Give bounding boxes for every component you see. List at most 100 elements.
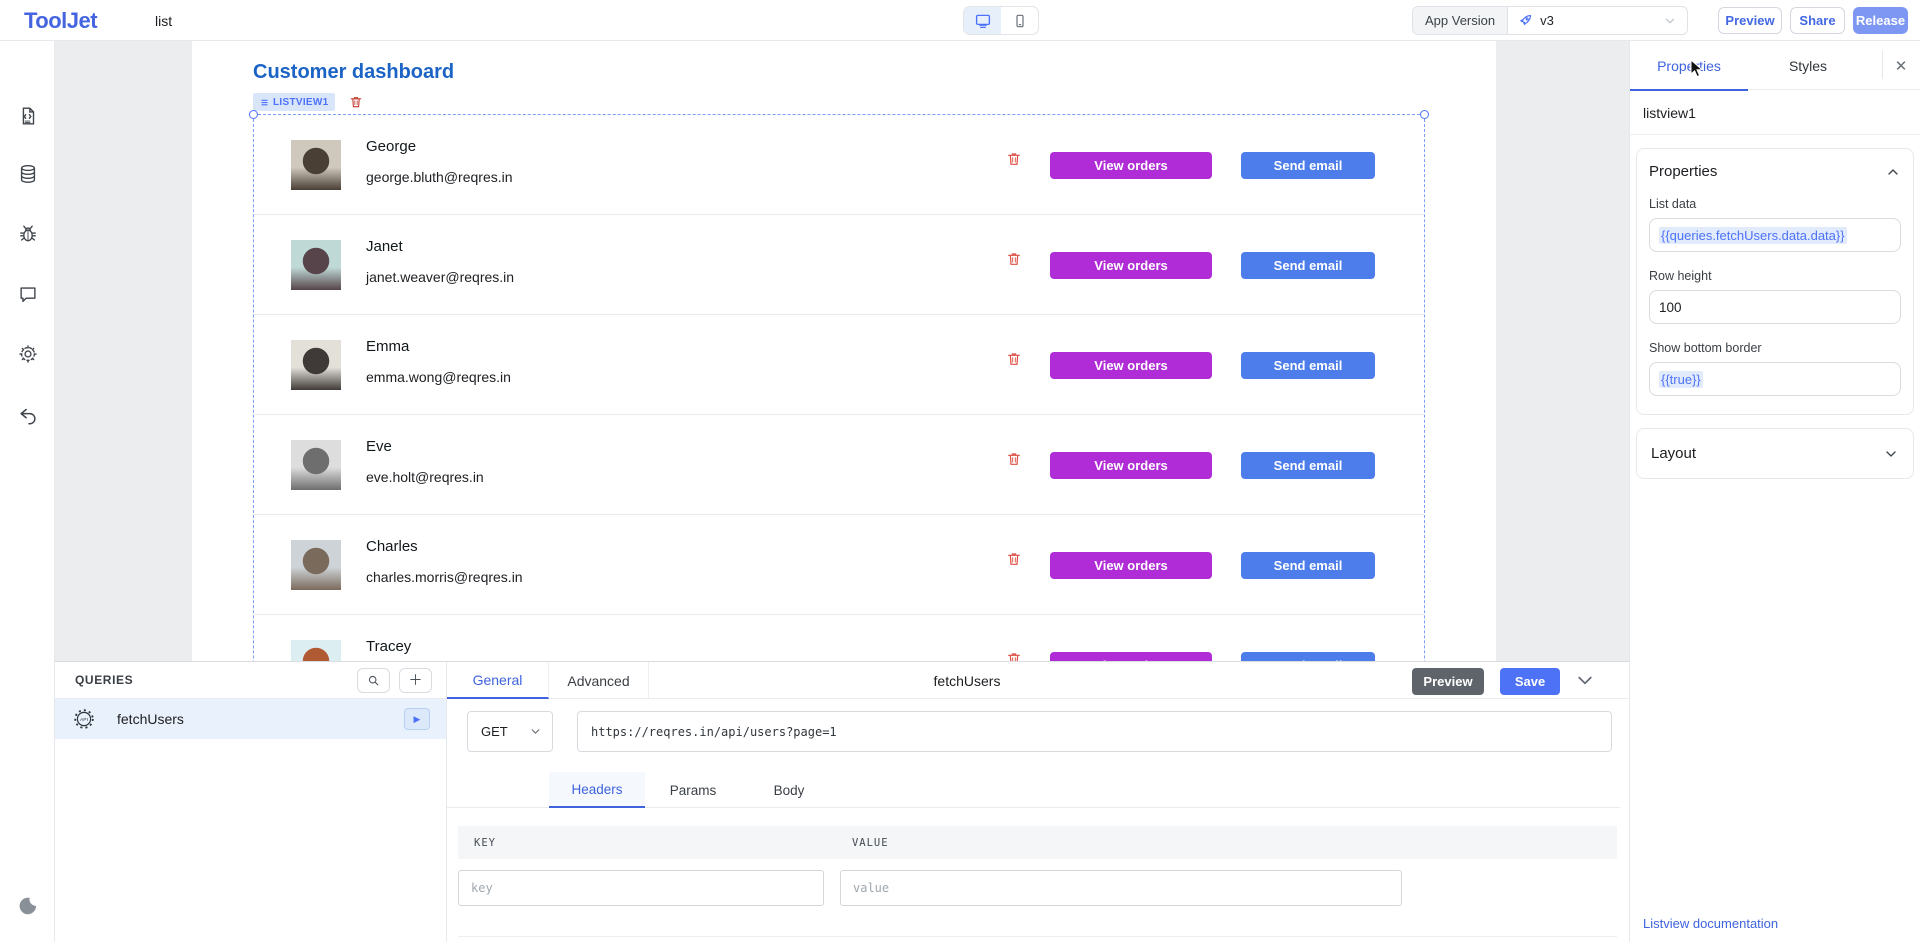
rocket-icon (1518, 13, 1533, 28)
query-editor: General Advanced fetchUsers Preview Save… (447, 662, 1629, 942)
delete-row-icon[interactable] (1006, 351, 1022, 367)
widget-inspector: Properties Styles ✕ listview1 Properties (1629, 41, 1920, 942)
view-orders-button[interactable]: View orders (1050, 552, 1212, 579)
list-item: Janet janet.weaver@reqres.in View orders… (254, 215, 1424, 315)
desktop-view-button[interactable] (964, 7, 1001, 34)
plus-icon: ＋ (409, 670, 423, 690)
send-email-button[interactable]: Send email (1241, 452, 1375, 479)
delete-row-icon[interactable] (1006, 451, 1022, 467)
share-button[interactable]: Share (1790, 7, 1845, 34)
query-list-item-fetchusers[interactable]: API fetchUsers ▶ (55, 699, 446, 739)
list-data-input[interactable]: {{queries.fetchUsers.data.data}} (1649, 218, 1901, 252)
header-key-input[interactable]: key (458, 870, 824, 906)
properties-section-header[interactable]: Properties (1649, 163, 1901, 180)
chevron-down-icon (1883, 446, 1899, 462)
delete-row-icon[interactable] (1006, 251, 1022, 267)
search-queries-button[interactable] (357, 668, 390, 693)
tab-advanced[interactable]: Advanced (549, 662, 649, 699)
app-name: list (155, 13, 172, 29)
tab-params[interactable]: Params (645, 772, 741, 808)
avatar (291, 340, 341, 390)
delete-row-icon[interactable] (1006, 151, 1022, 167)
header-value-input[interactable]: value (840, 870, 1402, 906)
debugger-bug-icon[interactable] (0, 214, 55, 254)
resize-handle[interactable] (249, 110, 258, 119)
layout-section-header[interactable]: Layout (1636, 428, 1914, 479)
chevron-down-icon (529, 725, 542, 738)
undo-icon[interactable] (0, 395, 55, 435)
send-email-button[interactable]: Send email (1241, 352, 1375, 379)
row-height-input[interactable]: 100 (1649, 290, 1901, 324)
list-item: Eve eve.holt@reqres.in View orders Send … (254, 415, 1424, 515)
collapse-panel-chevron-icon[interactable] (1575, 670, 1595, 690)
listview-rows: George george.bluth@reqres.in View order… (254, 115, 1424, 715)
listview-widget-icon (260, 98, 269, 107)
pages-icon[interactable] (0, 96, 55, 136)
tooljet-app-builder: ToolJet list (0, 0, 1920, 942)
http-method-select[interactable]: GET (467, 711, 553, 752)
key-column-header: KEY (474, 837, 496, 849)
search-icon (367, 674, 380, 687)
tab-properties[interactable]: Properties (1630, 41, 1748, 90)
preview-button[interactable]: Preview (1718, 7, 1782, 34)
dark-mode-moon-icon[interactable] (0, 886, 55, 926)
listview-documentation-link[interactable]: Listview documentation (1643, 916, 1778, 931)
app-version-label: App Version (1413, 7, 1508, 34)
app-version-control[interactable]: App Version v3 (1412, 6, 1688, 35)
view-orders-button[interactable]: View orders (1050, 152, 1212, 179)
field-label: Row height (1649, 269, 1901, 283)
request-url-input[interactable]: https://reqres.in/api/users?page=1 (577, 711, 1612, 752)
run-query-button[interactable]: ▶ (404, 708, 430, 730)
settings-gear-icon[interactable] (0, 334, 55, 374)
avatar (291, 240, 341, 290)
release-button[interactable]: Release (1853, 7, 1908, 34)
query-name: fetchUsers (117, 711, 404, 727)
user-name: Charles (366, 538, 418, 555)
delete-row-icon[interactable] (1006, 551, 1022, 567)
view-orders-button[interactable]: View orders (1050, 252, 1212, 279)
resize-handle[interactable] (1420, 110, 1429, 119)
user-name: Eve (366, 438, 392, 455)
field-label: List data (1649, 197, 1901, 211)
device-toggle (963, 6, 1039, 35)
left-sidebar (0, 41, 55, 942)
mobile-icon (1012, 13, 1028, 29)
user-email: janet.weaver@reqres.in (366, 269, 514, 285)
value-column-header: VALUE (852, 837, 889, 849)
rest-api-icon: API (73, 708, 95, 730)
query-save-button[interactable]: Save (1500, 668, 1560, 695)
add-query-button[interactable]: ＋ (399, 668, 432, 693)
avatar (291, 540, 341, 590)
query-panel: QUERIES ＋ API (55, 661, 1629, 942)
list-item: Emma emma.wong@reqres.in View orders Sen… (254, 315, 1424, 415)
chevron-up-icon (1885, 164, 1901, 180)
queries-title: QUERIES (75, 673, 348, 687)
mobile-view-button[interactable] (1001, 7, 1038, 34)
tooljet-logo: ToolJet (24, 8, 97, 34)
query-preview-button[interactable]: Preview (1412, 668, 1484, 695)
show-bottom-border-input[interactable]: {{true}} (1649, 362, 1901, 396)
list-item: Charles charles.morris@reqres.in View or… (254, 515, 1424, 615)
tab-body[interactable]: Body (741, 772, 837, 808)
close-inspector-icon[interactable]: ✕ (1890, 55, 1912, 77)
top-header: ToolJet list (0, 0, 1920, 41)
view-orders-button[interactable]: View orders (1050, 452, 1212, 479)
send-email-button[interactable]: Send email (1241, 252, 1375, 279)
send-email-button[interactable]: Send email (1241, 152, 1375, 179)
user-name: Tracey (366, 638, 411, 655)
database-icon[interactable] (0, 154, 55, 194)
view-orders-button[interactable]: View orders (1050, 352, 1212, 379)
list-item: George george.bluth@reqres.in View order… (254, 115, 1424, 215)
kv-table-header: KEY VALUE (458, 826, 1617, 859)
send-email-button[interactable]: Send email (1241, 552, 1375, 579)
user-name: George (366, 138, 416, 155)
version-value: v3 (1540, 13, 1554, 28)
query-editor-title: fetchUsers (887, 662, 1047, 699)
selected-widget-name: listview1 (1630, 90, 1920, 135)
comments-icon[interactable] (0, 274, 55, 314)
chevron-down-icon (1663, 7, 1687, 34)
tab-styles[interactable]: Styles (1748, 41, 1868, 90)
tab-general[interactable]: General (447, 662, 549, 699)
tab-headers[interactable]: Headers (549, 772, 645, 808)
delete-widget-icon[interactable] (349, 95, 363, 109)
